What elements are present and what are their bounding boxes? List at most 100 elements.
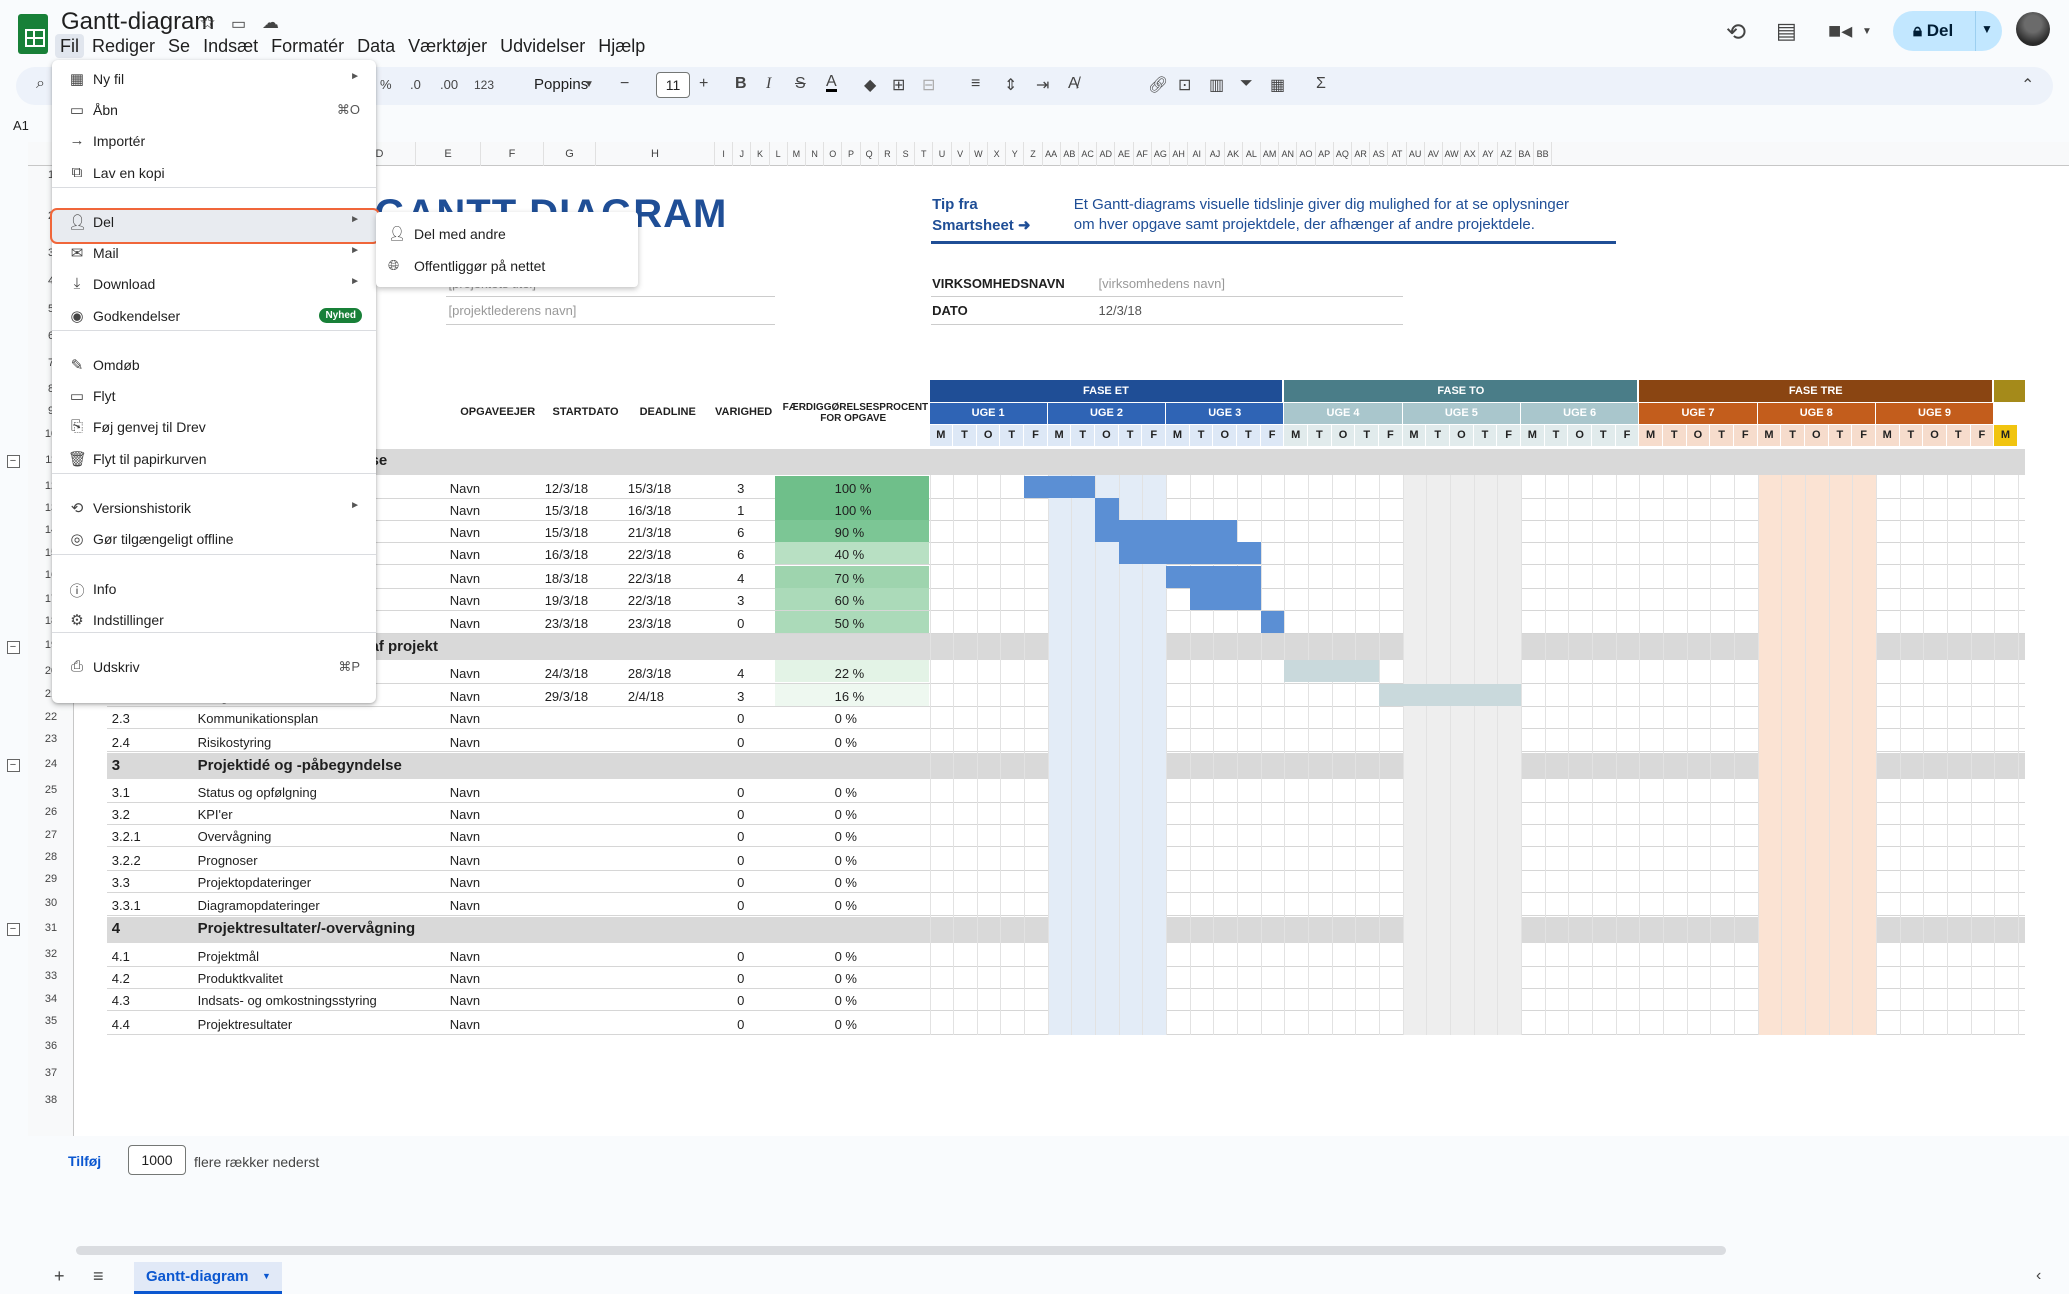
row-header-35[interactable]: 35 xyxy=(28,1015,74,1027)
column-header-AI[interactable]: AI xyxy=(1188,142,1207,166)
column-header-AU[interactable]: AU xyxy=(1407,142,1425,166)
column-header-AR[interactable]: AR xyxy=(1352,142,1371,166)
add-rows-button[interactable]: Tilføj xyxy=(68,1153,101,1169)
column-header-AK[interactable]: AK xyxy=(1225,142,1243,166)
row-header-32[interactable]: 32 xyxy=(28,948,74,960)
column-header-AE[interactable]: AE xyxy=(1115,142,1134,166)
align-icon[interactable]: ≡ xyxy=(971,75,980,93)
column-header-R[interactable]: R xyxy=(879,142,897,166)
column-header-AX[interactable]: AX xyxy=(1461,142,1480,166)
file-menu-item-download[interactable]: ⤓ Download ► xyxy=(52,269,376,299)
column-header-AV[interactable]: AV xyxy=(1425,142,1443,166)
percent-format-button[interactable]: % xyxy=(380,77,392,92)
column-header-K[interactable]: K xyxy=(751,142,770,166)
filter-icon[interactable]: ⏷ xyxy=(1240,75,1253,93)
file-menu-item-indstillinger[interactable]: ⚙ Indstillinger xyxy=(52,605,376,635)
scroll-tabs-left-icon[interactable]: ‹ xyxy=(2036,1267,2041,1285)
column-header-AZ[interactable]: AZ xyxy=(1498,142,1516,166)
italic-button[interactable]: I xyxy=(766,75,771,93)
column-header-Y[interactable]: Y xyxy=(1006,142,1025,166)
row-header-34[interactable]: 34 xyxy=(28,993,74,1005)
column-header-P[interactable]: P xyxy=(842,142,861,166)
column-header-AW[interactable]: AW xyxy=(1443,142,1462,166)
file-menu-item-føj-genvej-til-drev[interactable]: ⎘ Føj genvej til Drev xyxy=(52,412,376,442)
column-header-AM[interactable]: AM xyxy=(1261,142,1280,166)
column-header-J[interactable]: J xyxy=(733,142,752,166)
row-header-23[interactable]: 23 xyxy=(28,733,74,745)
row-header-24[interactable]: 24 xyxy=(28,758,74,770)
row-header-29[interactable]: 29 xyxy=(28,873,74,885)
column-header-AB[interactable]: AB xyxy=(1061,142,1079,166)
column-header-U[interactable]: U xyxy=(933,142,952,166)
column-header-X[interactable]: X xyxy=(988,142,1007,166)
column-header-E[interactable]: E xyxy=(416,142,481,166)
menu-3[interactable]: Indsæt xyxy=(198,34,263,58)
column-header-G[interactable]: G xyxy=(544,142,596,166)
file-menu-item-mail[interactable]: ✉ Mail ► xyxy=(52,238,376,268)
font-size-decrease-button[interactable]: − xyxy=(620,75,629,93)
vertical-align-icon[interactable]: ⇕ xyxy=(1004,75,1017,95)
column-header-AY[interactable]: AY xyxy=(1479,142,1498,166)
row-header-28[interactable]: 28 xyxy=(28,851,74,863)
menu-7[interactable]: Udvidelser xyxy=(495,34,590,58)
file-menu-item-del[interactable]: 👤︎ Del ► xyxy=(52,207,376,237)
sheet-tab-dropdown-icon[interactable]: ▼ xyxy=(262,1271,271,1281)
file-menu-item-udskriv[interactable]: ⎙ Udskriv ⌘P xyxy=(52,652,376,682)
link-icon[interactable]: 🔗︎ xyxy=(1148,75,1168,95)
menu-8[interactable]: Hjælp xyxy=(593,34,650,58)
comment-icon[interactable]: ⊡ xyxy=(1178,75,1191,95)
column-header-AP[interactable]: AP xyxy=(1316,142,1334,166)
column-header-Z[interactable]: Z xyxy=(1024,142,1043,166)
file-menu-item-omdøb[interactable]: ✎ Omdøb xyxy=(52,350,376,380)
column-header-F[interactable]: F xyxy=(481,142,544,166)
merge-cells-icon[interactable]: ⊟ xyxy=(922,75,935,95)
column-header-N[interactable]: N xyxy=(806,142,825,166)
column-header-AG[interactable]: AG xyxy=(1152,142,1170,166)
menu-2[interactable]: Se xyxy=(163,34,195,58)
file-menu-item-ny-fil[interactable]: ▦ Ny fil ► xyxy=(52,64,376,94)
column-header-S[interactable]: S xyxy=(897,142,916,166)
column-header-AN[interactable]: AN xyxy=(1279,142,1298,166)
functions-icon[interactable]: Σ xyxy=(1316,75,1326,93)
star-icon[interactable]: ☆ xyxy=(199,12,216,35)
meet-icon[interactable]: ■◂ xyxy=(1828,18,1852,44)
publish-to-web-item[interactable]: 🌐︎ Offentliggør på nettet xyxy=(376,250,638,282)
row-header-33[interactable]: 33 xyxy=(28,970,74,982)
column-header-W[interactable]: W xyxy=(970,142,988,166)
rows-count-input[interactable]: 1000 xyxy=(128,1145,186,1175)
column-header-M[interactable]: M xyxy=(788,142,806,166)
wrap-icon[interactable]: ⇥ xyxy=(1036,75,1049,95)
file-menu-item-import-r[interactable]: → Importér xyxy=(52,126,376,156)
column-header-BB[interactable]: BB xyxy=(1534,142,1553,166)
cloud-status-icon[interactable]: ☁ xyxy=(262,13,279,33)
share-with-others-item[interactable]: 👤︎ Del med andre xyxy=(376,218,638,250)
search-menus-icon[interactable]: ⌕ xyxy=(36,75,45,93)
file-menu-item-godkendelser[interactable]: ◉ Godkendelser Nyhed xyxy=(52,301,376,331)
row-header-26[interactable]: 26 xyxy=(28,806,74,818)
file-menu-item-info[interactable]: ⓘ Info xyxy=(52,574,376,604)
row-header-31[interactable]: 31 xyxy=(28,922,74,934)
version-history-icon[interactable]: ⟲ xyxy=(1726,18,1746,47)
font-select[interactable]: Poppins xyxy=(534,76,588,93)
column-header-AA[interactable]: AA xyxy=(1043,142,1061,166)
rotate-icon[interactable]: A̸ xyxy=(1068,75,1079,93)
column-header-AO[interactable]: AO xyxy=(1297,142,1316,166)
row-header-38[interactable]: 38 xyxy=(28,1094,74,1106)
add-sheet-icon[interactable]: + xyxy=(54,1266,65,1287)
row-header-22[interactable]: 22 xyxy=(28,711,74,723)
filter-views-icon[interactable]: ▦ xyxy=(1270,75,1285,95)
borders-icon[interactable]: ⊞ xyxy=(892,75,905,95)
meet-dropdown-icon[interactable]: ▼ xyxy=(1862,26,1872,37)
file-menu-item-åbn[interactable]: ▭ Åbn ⌘O xyxy=(52,95,376,125)
font-dropdown-icon[interactable]: ▼ xyxy=(584,79,594,90)
column-header-AQ[interactable]: AQ xyxy=(1334,142,1352,166)
group-collapse-icon[interactable]: − xyxy=(6,759,20,773)
column-header-AF[interactable]: AF xyxy=(1134,142,1152,166)
column-header-AT[interactable]: AT xyxy=(1388,142,1407,166)
share-dropdown-icon[interactable]: ▼ xyxy=(1981,22,1993,36)
move-folder-icon[interactable]: ▭ xyxy=(231,14,246,34)
collapse-toolbar-icon[interactable]: ⌃ xyxy=(2021,75,2034,95)
row-header-27[interactable]: 27 xyxy=(28,829,74,841)
group-collapse-icon[interactable]: − xyxy=(6,923,20,936)
all-sheets-icon[interactable]: ≡ xyxy=(93,1266,104,1287)
